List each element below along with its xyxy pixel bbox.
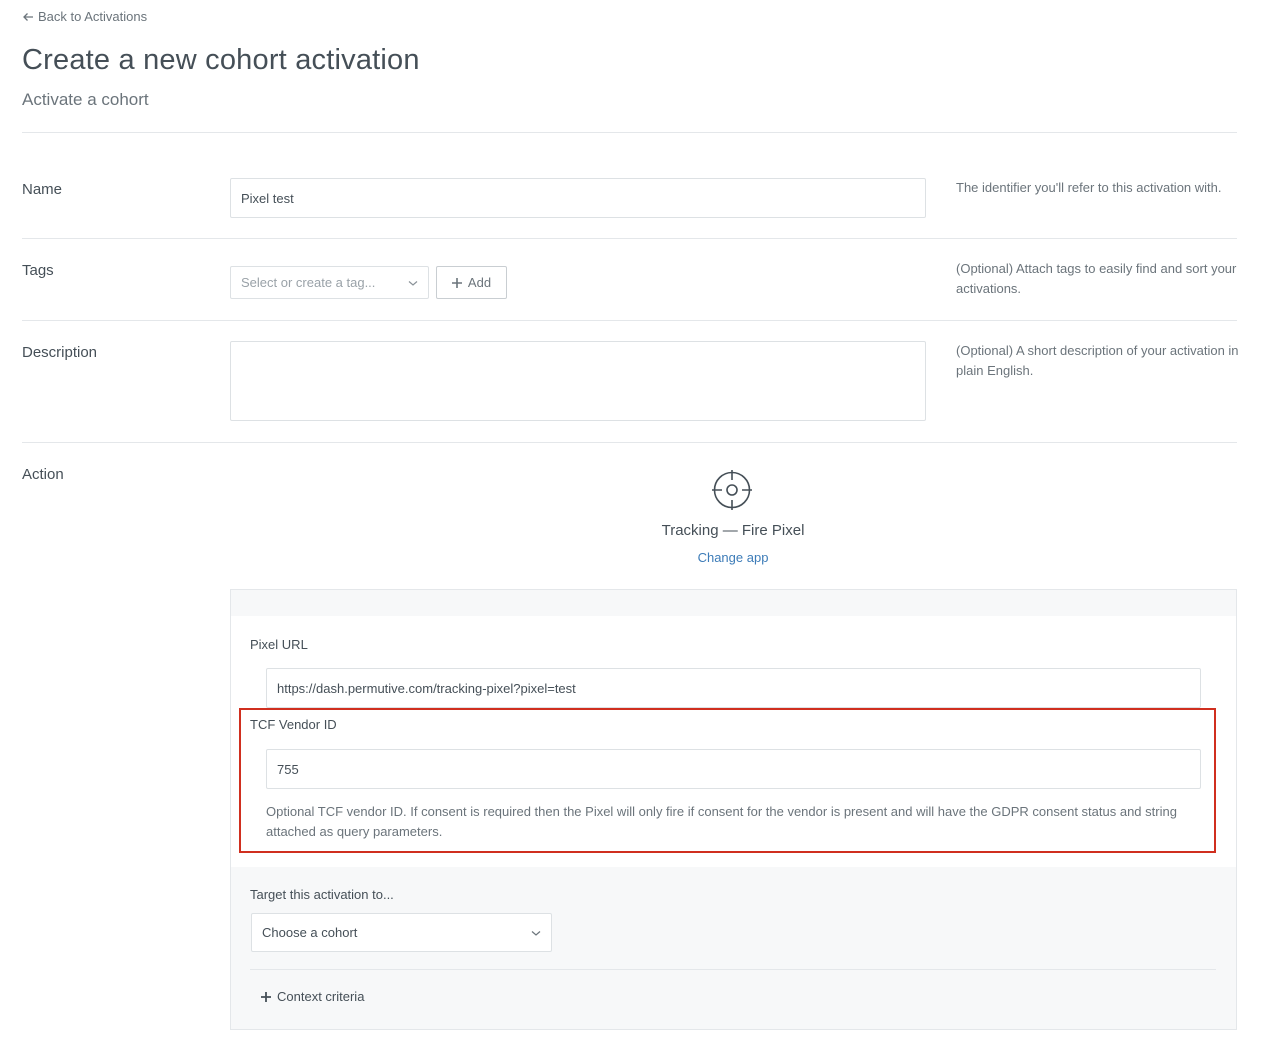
panel-header bbox=[231, 590, 1236, 617]
chevron-down-icon bbox=[531, 930, 541, 936]
tags-label: Tags bbox=[22, 262, 54, 279]
context-criteria-label: Context criteria bbox=[277, 989, 365, 1004]
name-help: The identifier you'll refer to this acti… bbox=[956, 180, 1222, 195]
divider bbox=[250, 969, 1216, 970]
tcf-vendor-input[interactable]: 755 bbox=[266, 749, 1201, 789]
name-input[interactable]: Pixel test bbox=[230, 178, 926, 218]
pixel-url-input[interactable]: https://dash.permutive.com/tracking-pixe… bbox=[266, 668, 1201, 708]
action-label: Action bbox=[22, 466, 64, 483]
name-label: Name bbox=[22, 181, 63, 198]
cohort-select[interactable]: Choose a cohort bbox=[251, 913, 552, 952]
tags-select-placeholder: Select or create a tag... bbox=[241, 275, 376, 290]
back-link-label: Back to Activations bbox=[38, 9, 148, 24]
cohort-select-value: Choose a cohort bbox=[262, 925, 358, 940]
description-help: (Optional) A short description of your a… bbox=[956, 343, 1239, 378]
tcf-vendor-help: Optional TCF vendor ID. If consent is re… bbox=[266, 804, 1177, 839]
page-title: Create a new cohort activation bbox=[22, 44, 420, 76]
page-subtitle: Activate a cohort bbox=[22, 90, 149, 109]
chevron-down-icon bbox=[408, 280, 418, 286]
pixel-url-label: Pixel URL bbox=[250, 637, 308, 652]
tcf-vendor-label: TCF Vendor ID bbox=[250, 717, 337, 732]
plus-icon bbox=[451, 277, 462, 288]
crosshair-icon bbox=[712, 470, 752, 510]
add-tag-button[interactable]: Add bbox=[436, 266, 507, 299]
divider bbox=[22, 238, 1237, 239]
description-label: Description bbox=[22, 344, 98, 361]
app-name: Tracking — Fire Pixel bbox=[661, 522, 805, 539]
plus-icon bbox=[261, 991, 271, 1002]
arrow-left-icon bbox=[23, 12, 33, 21]
divider bbox=[22, 442, 1237, 443]
description-textarea[interactable] bbox=[230, 341, 926, 421]
tags-help: (Optional) Attach tags to easily find an… bbox=[956, 261, 1237, 296]
divider bbox=[22, 132, 1237, 133]
back-link[interactable]: Back to Activations bbox=[22, 9, 147, 24]
change-app-link[interactable]: Change app bbox=[630, 550, 836, 565]
tags-select[interactable]: Select or create a tag... bbox=[230, 266, 429, 299]
divider bbox=[22, 320, 1237, 321]
context-criteria-button[interactable]: Context criteria bbox=[261, 989, 364, 1004]
add-tag-label: Add bbox=[467, 275, 492, 290]
target-label: Target this activation to... bbox=[250, 887, 394, 902]
